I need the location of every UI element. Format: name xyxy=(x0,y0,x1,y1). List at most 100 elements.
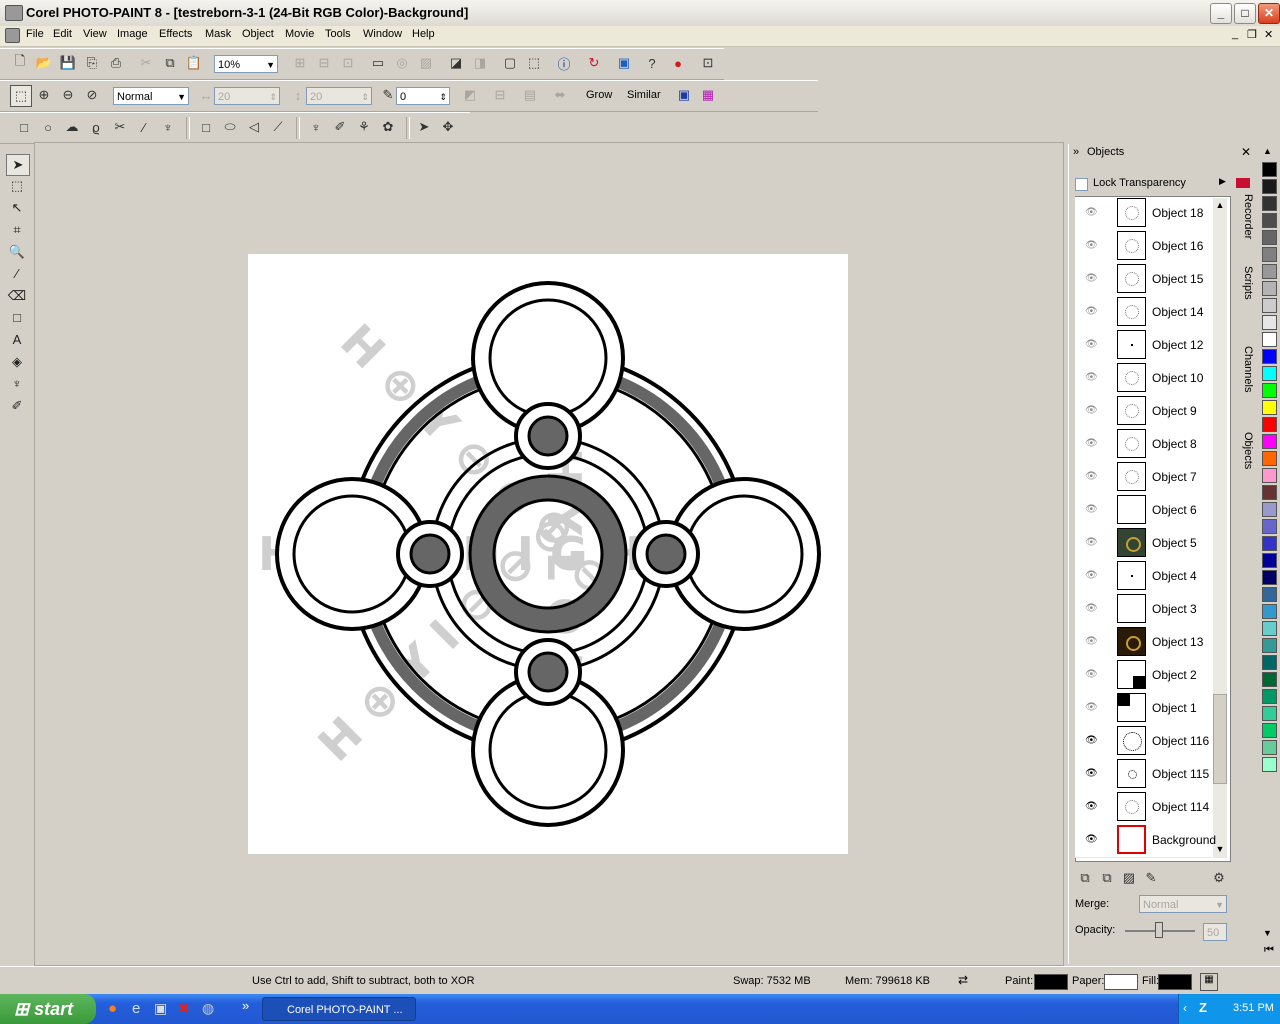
mask-icon[interactable]: ▭ xyxy=(368,53,388,73)
eye-icon[interactable]: 👁 xyxy=(1085,702,1098,713)
palette-swatch[interactable] xyxy=(1262,536,1277,551)
palette-swatch[interactable] xyxy=(1262,230,1277,245)
palette-swatch[interactable] xyxy=(1262,672,1277,687)
menu-file[interactable]: File xyxy=(24,28,46,40)
combine-object-icon[interactable]: ▨ xyxy=(1119,868,1139,888)
color-mask-icon[interactable]: ▦ xyxy=(698,85,718,105)
cut-icon[interactable]: ✂ xyxy=(136,53,156,73)
eye-icon[interactable]: 👁 xyxy=(1085,438,1098,449)
object-row[interactable]: 👁 Object 15 xyxy=(1075,263,1211,297)
object-row[interactable]: 👁 Background xyxy=(1075,824,1216,858)
object-row[interactable]: 👁 Object 18 xyxy=(1075,197,1211,231)
new-object-icon[interactable]: ⧉ xyxy=(1075,868,1095,888)
palette-swatch[interactable] xyxy=(1262,400,1277,415)
angle-field[interactable]: 0 ⇕ xyxy=(396,87,450,105)
spinner-icon[interactable]: ⇕ xyxy=(269,88,277,106)
effect-brush-icon[interactable]: ✐ xyxy=(6,396,28,416)
magic-wand-icon[interactable]: ⁄ xyxy=(134,117,154,137)
mode-select[interactable]: Normal ▼ xyxy=(113,87,189,105)
palette-swatch[interactable] xyxy=(1262,706,1277,721)
menu-window[interactable]: Window xyxy=(361,28,404,40)
palette-swatch[interactable] xyxy=(1262,740,1277,755)
object-row[interactable]: 👁 Object 115 xyxy=(1075,758,1211,792)
palette-swatch[interactable] xyxy=(1262,332,1277,347)
tab-objects[interactable]: Objects xyxy=(1236,432,1254,469)
mask-tool-icon[interactable]: ⬚ xyxy=(6,176,28,196)
eye-icon[interactable]: 👁 xyxy=(1085,339,1098,350)
palette-swatch[interactable] xyxy=(1262,451,1277,466)
duplicate-object-icon[interactable]: ⧉ xyxy=(1097,868,1117,888)
polygon-tool-icon[interactable]: ◁ xyxy=(244,117,264,137)
eye-icon[interactable]: 👁 xyxy=(1085,372,1098,383)
color-swap-icon[interactable]: ⇄ xyxy=(958,973,968,987)
effect-tool-icon[interactable]: ✐ xyxy=(330,117,350,137)
close-button[interactable]: ✕ xyxy=(1258,3,1280,24)
delete-object-icon[interactable]: ✎ xyxy=(1141,868,1161,888)
palette-swatch[interactable] xyxy=(1262,366,1277,381)
lasso-mask-icon[interactable]: ϱ xyxy=(86,117,106,137)
crop-tool-icon[interactable]: ⌗ xyxy=(6,220,28,240)
eye-icon[interactable]: 👁 xyxy=(1085,273,1098,284)
palette-swatch[interactable] xyxy=(1262,179,1277,194)
eyedropper-icon[interactable]: ⁄ xyxy=(6,264,28,284)
eye-icon[interactable]: 👁 xyxy=(1085,306,1098,317)
fill-tool-icon[interactable]: ◈ xyxy=(6,352,28,372)
palette-swatch[interactable] xyxy=(1262,434,1277,449)
palette-swatch[interactable] xyxy=(1262,638,1277,653)
palette-swatch[interactable] xyxy=(1262,213,1277,228)
circle-mask-icon[interactable]: ○ xyxy=(38,117,58,137)
menu-object[interactable]: Object xyxy=(240,28,276,40)
similar-button[interactable]: Similar xyxy=(627,89,661,101)
new-icon[interactable]: 🗋 xyxy=(10,53,30,73)
scroll-thumb[interactable] xyxy=(1213,694,1227,784)
height-field[interactable]: 20 ⇕ xyxy=(306,87,372,105)
paint-color-swatch[interactable] xyxy=(1034,974,1068,990)
palette-swatch[interactable] xyxy=(1262,162,1277,177)
menu-image[interactable]: Image xyxy=(115,28,150,40)
rectangle-mask-icon[interactable]: □ xyxy=(14,117,34,137)
object-row[interactable]: 👁 Object 14 xyxy=(1075,296,1211,330)
object-row[interactable]: 👁 Object 2 xyxy=(1075,659,1211,693)
object-row[interactable]: 👁 Object 10 xyxy=(1075,362,1211,396)
globe-icon[interactable]: ◍ xyxy=(202,1000,214,1017)
xor-mode-icon[interactable]: ⊘ xyxy=(82,85,102,105)
mask-feather-icon[interactable]: ▨ xyxy=(416,53,436,73)
palette-swatch[interactable] xyxy=(1262,196,1277,211)
palette-scroll-up-icon[interactable]: ▲ xyxy=(1263,146,1272,156)
mask-fit-icon[interactable]: ⊟ xyxy=(490,85,510,105)
object-properties-icon[interactable]: ⚙ xyxy=(1209,868,1229,888)
print-icon[interactable]: ⎙ xyxy=(106,53,126,73)
crop-icon[interactable]: ◨ xyxy=(470,53,490,73)
menu-view[interactable]: View xyxy=(81,28,109,40)
save-all-icon[interactable]: ⎘ xyxy=(82,53,102,73)
anti-alias-icon[interactable]: ◩ xyxy=(460,85,480,105)
move-icon[interactable]: ✥ xyxy=(438,117,458,137)
palette-swatch[interactable] xyxy=(1262,264,1277,279)
width-field[interactable]: 20 ⇕ xyxy=(214,87,280,105)
scanner-icon[interactable]: ▣ xyxy=(614,53,634,73)
taskbar-item-photopaint[interactable]: Corel PHOTO-PAINT ... xyxy=(262,997,416,1021)
show-mask-icon[interactable]: ▢ xyxy=(500,53,520,73)
eye-icon[interactable]: 👁 xyxy=(1085,537,1098,548)
eye-icon[interactable]: 👁 xyxy=(1085,207,1098,218)
palette-swatch[interactable] xyxy=(1262,502,1277,517)
tab-recorder[interactable]: Recorder xyxy=(1236,194,1254,239)
mask-options-icon[interactable]: ◎ xyxy=(392,53,412,73)
palette-swatch[interactable] xyxy=(1262,485,1277,500)
save-icon[interactable]: 💾 xyxy=(58,53,78,73)
eye-icon[interactable]: 👁 xyxy=(1085,669,1098,680)
maximize-button[interactable]: □ xyxy=(1234,3,1256,24)
apple-icon[interactable]: ● xyxy=(668,53,688,73)
palette-swatch[interactable] xyxy=(1262,247,1277,262)
menu-edit[interactable]: Edit xyxy=(51,28,74,40)
rectangle-tool-icon[interactable]: □ xyxy=(196,117,216,137)
object-row[interactable]: 👁 Object 5 xyxy=(1075,527,1211,561)
camera-icon[interactable]: ▣ xyxy=(154,1000,167,1017)
minimize-button[interactable]: _ xyxy=(1210,3,1232,24)
quicklaunch-more-icon[interactable]: » xyxy=(242,998,249,1013)
zoom-select[interactable]: 10% ▼ xyxy=(214,55,278,73)
object-row[interactable]: 👁 Object 8 xyxy=(1075,428,1211,462)
text-tool-icon[interactable]: A xyxy=(6,330,28,350)
eye-icon[interactable]: 👁 xyxy=(1085,471,1098,482)
palette-swatch[interactable] xyxy=(1262,689,1277,704)
